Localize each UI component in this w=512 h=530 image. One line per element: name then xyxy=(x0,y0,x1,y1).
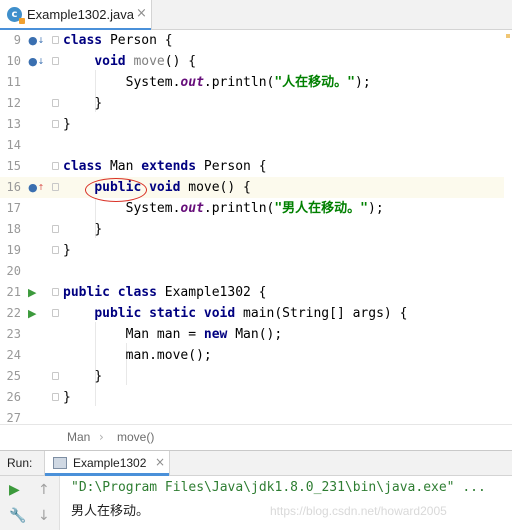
run-config-icon xyxy=(53,457,67,469)
code-line: 9 ●↓ class Person { xyxy=(13,33,173,48)
console-toolbar: ▶ ↑ 🔧 ↓ xyxy=(0,476,60,530)
code-editor[interactable]: 9 ●↓ class Person { 10 ●↓ void move() { … xyxy=(0,30,512,425)
run-label: Run: xyxy=(7,456,33,470)
run-tab-label: Example1302 xyxy=(73,456,147,470)
fold-marker-icon[interactable] xyxy=(52,183,59,191)
code-line: 21 ▶ public class Example1302 { xyxy=(6,285,267,300)
code-line: 14 xyxy=(6,138,21,152)
close-run-tab-icon[interactable]: × xyxy=(155,455,165,469)
code-line: 17 System.out.println("男人在移动。"); xyxy=(6,201,384,216)
file-tab-label: Example1302.java xyxy=(27,7,134,22)
fold-marker-icon[interactable] xyxy=(52,162,59,170)
fold-marker-icon[interactable] xyxy=(52,120,59,128)
code-line: 10 ●↓ void move() { xyxy=(6,54,197,69)
code-line: 12 } xyxy=(6,96,103,111)
editor-scrollbar[interactable] xyxy=(504,30,512,424)
run-class-icon[interactable]: ▶ xyxy=(28,286,42,300)
breadcrumb: Man › move() xyxy=(0,424,512,450)
console-output-line: 男人在移动。 xyxy=(71,504,150,519)
run-console[interactable]: ▶ ↑ 🔧 ↓ "D:\Program Files\Java\jdk1.8.0_… xyxy=(0,476,512,530)
annotation-circle xyxy=(85,178,147,202)
fold-marker-icon[interactable] xyxy=(52,57,59,65)
fold-marker-icon[interactable] xyxy=(52,393,59,401)
code-line: 18 } xyxy=(6,222,103,237)
code-line: 23 Man man = new Man(); xyxy=(6,327,283,342)
code-line: 13 } xyxy=(6,117,71,132)
fold-marker-icon[interactable] xyxy=(52,225,59,233)
fold-marker-icon[interactable] xyxy=(52,372,59,380)
run-main-icon[interactable]: ▶ xyxy=(28,307,42,321)
code-line-current: 16 ●↑ public void move() { xyxy=(0,177,512,198)
file-tab-example1302[interactable]: c Example1302.java × xyxy=(0,0,152,31)
fold-marker-icon[interactable] xyxy=(52,36,59,44)
fold-marker-icon[interactable] xyxy=(52,246,59,254)
overrides-marker-icon[interactable]: ●↑ xyxy=(28,181,44,195)
breadcrumb-separator-icon: › xyxy=(99,430,104,444)
console-command-line: "D:\Program Files\Java\jdk1.8.0_231\bin\… xyxy=(71,480,486,495)
run-tab-example1302[interactable]: Example1302 × xyxy=(44,451,170,476)
scroll-up-icon[interactable]: ↑ xyxy=(38,482,50,498)
code-line: 22 ▶ public static void main(String[] ar… xyxy=(6,306,408,321)
fold-marker-icon[interactable] xyxy=(52,99,59,107)
code-line: 20 xyxy=(6,264,21,278)
code-line: 19 } xyxy=(6,243,71,258)
fold-marker-icon[interactable] xyxy=(52,309,59,317)
code-line: 11 System.out.println("人在移动。"); xyxy=(6,75,371,90)
fold-marker-icon[interactable] xyxy=(52,288,59,296)
breadcrumb-class[interactable]: Man xyxy=(67,430,90,444)
watermark: https://blog.csdn.net/howard2005 xyxy=(270,504,447,518)
run-toolwindow-header: Run: Example1302 × xyxy=(0,450,512,476)
close-tab-icon[interactable]: × xyxy=(136,6,147,21)
scroll-down-icon[interactable]: ↓ xyxy=(38,508,50,524)
code-line: 24 man.move(); xyxy=(6,348,212,363)
code-line: 26 } xyxy=(6,390,71,405)
rerun-icon[interactable]: ▶ xyxy=(9,482,20,498)
tool-icon[interactable]: 🔧 xyxy=(9,508,26,524)
breadcrumb-method[interactable]: move() xyxy=(117,430,154,444)
java-class-icon: c xyxy=(7,7,25,24)
overridden-marker-icon[interactable]: ●↓ xyxy=(28,55,44,69)
code-line: 25 } xyxy=(6,369,103,384)
code-line: 15 class Man extends Person { xyxy=(6,159,267,174)
implemented-marker-icon[interactable]: ●↓ xyxy=(28,34,44,48)
editor-tab-bar: c Example1302.java × xyxy=(0,0,512,31)
